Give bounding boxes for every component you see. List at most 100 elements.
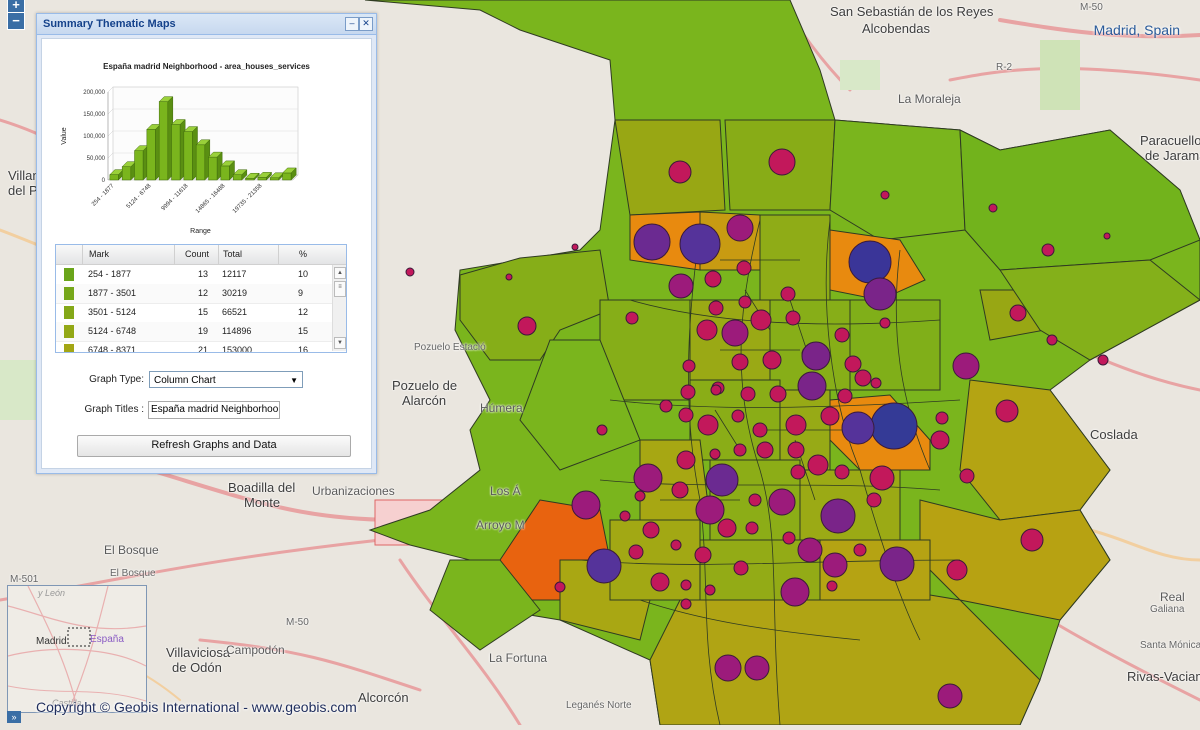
place-label: Urbanizaciones bbox=[312, 484, 395, 498]
proportional-circle bbox=[756, 441, 774, 459]
copyright-notice: Copyright © Geobis International - www.g… bbox=[36, 699, 357, 715]
proportional-circle bbox=[1041, 243, 1055, 257]
table-row[interactable]: 1877 - 3501 12 30219 9 bbox=[56, 284, 332, 304]
proportional-circle bbox=[731, 409, 745, 423]
chart-bar bbox=[121, 166, 132, 181]
proportional-circle bbox=[853, 543, 867, 557]
proportional-circle bbox=[879, 317, 891, 329]
proportional-circle bbox=[801, 341, 831, 371]
scroll-down-icon[interactable]: ▼ bbox=[334, 337, 346, 349]
overview-label-espana: España bbox=[90, 634, 124, 645]
graph-type-select[interactable]: Column Chart ▼ bbox=[149, 371, 303, 388]
cell-mark: 1877 - 3501 bbox=[88, 288, 137, 298]
proportional-circle bbox=[869, 465, 895, 491]
proportional-circle bbox=[879, 546, 915, 582]
place-label: M-501 bbox=[10, 574, 39, 585]
proportional-circle bbox=[952, 352, 980, 380]
proportional-circle bbox=[659, 399, 673, 413]
proportional-circle bbox=[517, 316, 537, 336]
grid-header-mark[interactable]: Mark bbox=[82, 245, 181, 264]
place-label: Boadilla del bbox=[228, 480, 296, 495]
proportional-circle bbox=[854, 369, 872, 387]
table-row[interactable]: 254 - 1877 13 12117 10 bbox=[56, 265, 332, 285]
chart-bar bbox=[183, 131, 193, 181]
proportional-circle bbox=[995, 399, 1019, 423]
city-label: Madrid, Spain bbox=[1093, 22, 1180, 38]
chart-bar bbox=[171, 124, 181, 181]
proportional-circle bbox=[782, 531, 796, 545]
cell-mark: 5124 - 6748 bbox=[88, 326, 137, 336]
place-label: San Sebastián de los Reyes bbox=[830, 4, 994, 19]
cell-total: 153000 bbox=[222, 345, 253, 353]
minimize-button[interactable]: – bbox=[345, 17, 359, 31]
cell-count: 15 bbox=[197, 307, 208, 317]
cell-count: 12 bbox=[197, 288, 208, 298]
overview-label-madrid: Madrid bbox=[36, 636, 67, 647]
grid-header-row: Mark Count Total % bbox=[56, 245, 346, 265]
place-label: Monte bbox=[244, 495, 281, 510]
proportional-circle bbox=[714, 654, 742, 682]
proportional-circle bbox=[554, 581, 566, 593]
overview-map[interactable]: Madrid España Castilla y León bbox=[7, 585, 147, 713]
chart-gridline-side bbox=[107, 130, 114, 137]
grid-scrollbar[interactable]: ▲ ≡ ▼ bbox=[332, 265, 346, 351]
panel-title: Summary Thematic Maps bbox=[43, 18, 176, 30]
table-row[interactable]: 5124 - 6748 19 114896 15 bbox=[56, 322, 332, 342]
cell-pct: 10 bbox=[298, 269, 309, 279]
table-row[interactable]: 3501 - 5124 15 66521 12 bbox=[56, 303, 332, 323]
grid-header-total[interactable]: Total bbox=[218, 245, 283, 264]
cell-count: 13 bbox=[197, 269, 208, 279]
refresh-graphs-button[interactable]: Refresh Graphs and Data bbox=[77, 435, 351, 457]
proportional-circle bbox=[820, 498, 856, 534]
chart-gridline-side bbox=[107, 86, 114, 93]
cell-count: 21 bbox=[197, 345, 208, 353]
graph-titles-input[interactable]: España madrid Neighborhoo bbox=[148, 401, 280, 419]
cell-pct: 15 bbox=[298, 326, 309, 336]
scroll-up-icon[interactable]: ▲ bbox=[334, 267, 346, 279]
cell-total: 30219 bbox=[222, 288, 248, 298]
chart-y-tick-label: 50,000 bbox=[87, 156, 106, 162]
chart-x-tick-label: 254 - 1877 bbox=[91, 183, 116, 208]
proportional-circle bbox=[571, 243, 579, 251]
proportional-circle bbox=[717, 518, 737, 538]
proportional-circle bbox=[750, 309, 772, 331]
proportional-circle bbox=[935, 411, 949, 425]
chart-bar bbox=[195, 144, 206, 181]
proportional-circle bbox=[744, 655, 770, 681]
proportional-circle bbox=[834, 464, 850, 480]
proportional-circle bbox=[790, 464, 806, 480]
panel-header[interactable]: Summary Thematic Maps – ✕ bbox=[37, 14, 376, 35]
chart-x-axis-label: Range bbox=[190, 228, 211, 235]
proportional-circle bbox=[736, 260, 752, 276]
cell-count: 19 bbox=[197, 326, 208, 336]
zoom-out-button[interactable]: − bbox=[7, 12, 25, 30]
proportional-circle bbox=[745, 521, 759, 535]
proportional-circle bbox=[769, 385, 787, 403]
proportional-circle bbox=[721, 319, 749, 347]
place-label: Alcorcón bbox=[358, 690, 409, 705]
proportional-circle bbox=[738, 295, 752, 309]
overview-toggle-button[interactable]: » bbox=[7, 711, 21, 723]
cell-mark: 3501 - 5124 bbox=[88, 307, 137, 317]
proportional-circle bbox=[671, 481, 689, 499]
proportional-circle bbox=[696, 319, 718, 341]
proportional-circle bbox=[731, 353, 749, 371]
place-label: La Moraleja bbox=[898, 92, 961, 106]
proportional-circle bbox=[679, 223, 721, 265]
proportional-circle bbox=[705, 463, 739, 497]
chart-x-tick-label: 9994 - 11618 bbox=[161, 183, 190, 212]
place-label: R-2 bbox=[996, 62, 1013, 73]
close-button[interactable]: ✕ bbox=[359, 17, 373, 31]
proportional-circle bbox=[937, 683, 963, 709]
proportional-circle bbox=[571, 490, 601, 520]
scroll-thumb[interactable]: ≡ bbox=[334, 281, 346, 297]
proportional-circle bbox=[797, 537, 823, 563]
grid-header-pct[interactable]: % bbox=[278, 245, 346, 264]
chart-x-tick-label: 19735 - 21358 bbox=[232, 183, 264, 215]
table-row[interactable]: 6748 - 8371 21 153000 16 bbox=[56, 341, 332, 353]
proportional-circle bbox=[1103, 232, 1111, 240]
proportional-circle bbox=[785, 310, 801, 326]
place-label: Coslada bbox=[1090, 427, 1138, 442]
proportional-circle bbox=[748, 493, 762, 507]
place-label: Arroyo M bbox=[476, 518, 525, 532]
